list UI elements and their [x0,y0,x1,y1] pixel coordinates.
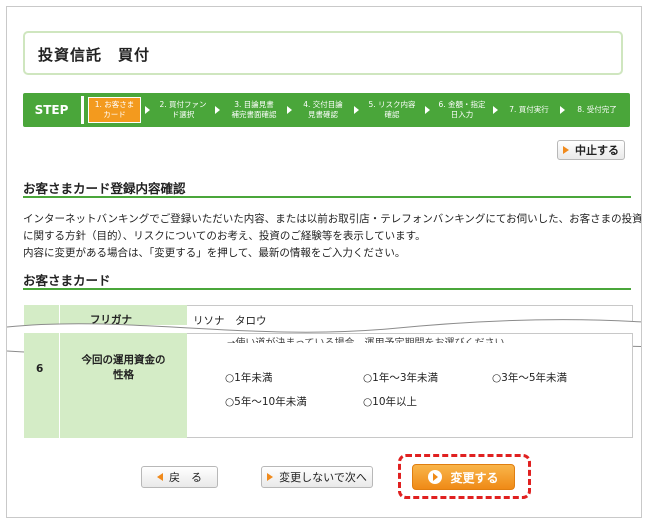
step-7: 7. 買付実行 [501,97,557,123]
step-divider [81,96,84,124]
option-label: 10年以上 [372,396,418,408]
instruction-text: →使い道が決まっている場合、運用予定期間をお選びください [227,334,504,343]
section-heading-confirm: お客さまカード登録内容確認 [23,181,186,196]
description-line: インターネットバンキングでご登録いただいた内容、または以前お取引店・テレフォンバ… [23,213,642,225]
section-divider [23,288,631,290]
change-button[interactable]: 変更する [412,464,515,490]
step-arrow-icon [145,106,150,114]
step-6: 6. 金額・指定 日入力 [433,97,491,123]
description-line: に関する方針（目的）、リスクについてのお考え、投資のご経験等を表示しています。 [23,230,426,242]
option-label: 3年〜5年未満 [501,372,568,384]
row-number: 6 [36,363,44,375]
step-arrow-icon [215,106,220,114]
table-cell-value: →使い道が決まっている場合、運用予定期間をお選びください ○1年未満 ○1年〜3… [187,333,633,438]
radio-circle[interactable]: ○ [492,372,501,384]
change-button-label: 変更する [450,470,499,485]
step-arrow-icon [287,106,292,114]
table-cell-label: 今回の運用資金の 性格 [60,333,187,438]
row-label-line: 今回の運用資金の [81,354,166,366]
step-arrow-icon [354,106,359,114]
section-divider [23,196,631,198]
next-without-change-label: 変更しないで次へ [279,471,367,484]
step-2-label: 2. 買付ファン ド選択 [159,100,207,119]
option-1-year[interactable]: ○1年未満 [225,370,272,385]
step-4-label: 4. 交付目論 見書確認 [303,100,343,119]
radio-circle[interactable]: ○ [363,396,372,408]
step-8-label: 8. 受付完了 [577,105,617,114]
step-1: 1. お客さま カード [88,97,141,123]
next-without-change-button[interactable]: 変更しないで次へ [261,466,373,488]
step-5: 5. リスク内容 確認 [362,97,422,123]
step-5-label: 5. リスク内容 確認 [368,100,416,119]
option-3-5-years[interactable]: ○3年〜5年未満 [492,370,567,385]
arrow-right-icon [563,146,569,154]
option-1-3-years[interactable]: ○1年〜3年未満 [363,370,438,385]
option-10-plus-years[interactable]: ○10年以上 [363,394,417,409]
arrow-right-icon [267,473,274,481]
option-label: 1年未満 [234,372,273,384]
arrow-left-icon [157,473,163,481]
table-cell-number: 6 [24,333,60,438]
option-5-10-years[interactable]: ○5年〜10年未満 [225,394,307,409]
page-title: 投資信託 買付 [38,46,151,64]
page-title-box: 投資信託 買付 [23,31,623,75]
description-line: 内容に変更がある場合は、「変更する」を押して、最新の情報をご入力ください。 [23,247,406,259]
play-circle-icon [428,470,443,484]
option-label: 5年〜10年未満 [234,396,307,408]
step-8: 8. 受付完了 [568,97,626,123]
step-label: STEP [34,103,69,117]
back-button[interactable]: 戻 る [141,466,218,488]
step-3-label: 3. 目論見書 補完書面確認 [231,100,277,119]
option-label: 1年〜3年未満 [372,372,439,384]
step-6-label: 6. 金額・指定 日入力 [438,100,486,119]
step-arrow-icon [493,106,498,114]
cancel-button-label: 中止する [575,144,619,157]
cancel-button[interactable]: 中止する [557,140,625,160]
step-4: 4. 交付目論 見書確認 [295,97,351,123]
step-progress-bar: STEP 1. お客さま カード 2. 買付ファン ド選択 3. 目論見書 補完… [23,93,630,127]
row-label-line: 性格 [113,369,134,381]
main-window: 投資信託 買付 STEP 1. お客さま カード 2. 買付ファン ド選択 3.… [6,6,642,518]
radio-circle[interactable]: ○ [225,396,234,408]
section-heading-card: お客さまカード [23,273,111,288]
radio-circle[interactable]: ○ [225,372,234,384]
back-button-label: 戻 る [169,471,202,484]
radio-circle[interactable]: ○ [363,372,372,384]
step-1-label: 1. お客さま カード [94,100,135,119]
step-7-label: 7. 買付実行 [509,105,549,114]
step-3: 3. 目論見書 補完書面確認 [223,97,285,123]
step-arrow-icon [425,106,430,114]
step-2: 2. 買付ファン ド選択 [153,97,213,123]
step-arrow-icon [560,106,565,114]
description-text: インターネットバンキングでご登録いただいた内容、または以前お取引店・テレフォンバ… [23,211,642,262]
